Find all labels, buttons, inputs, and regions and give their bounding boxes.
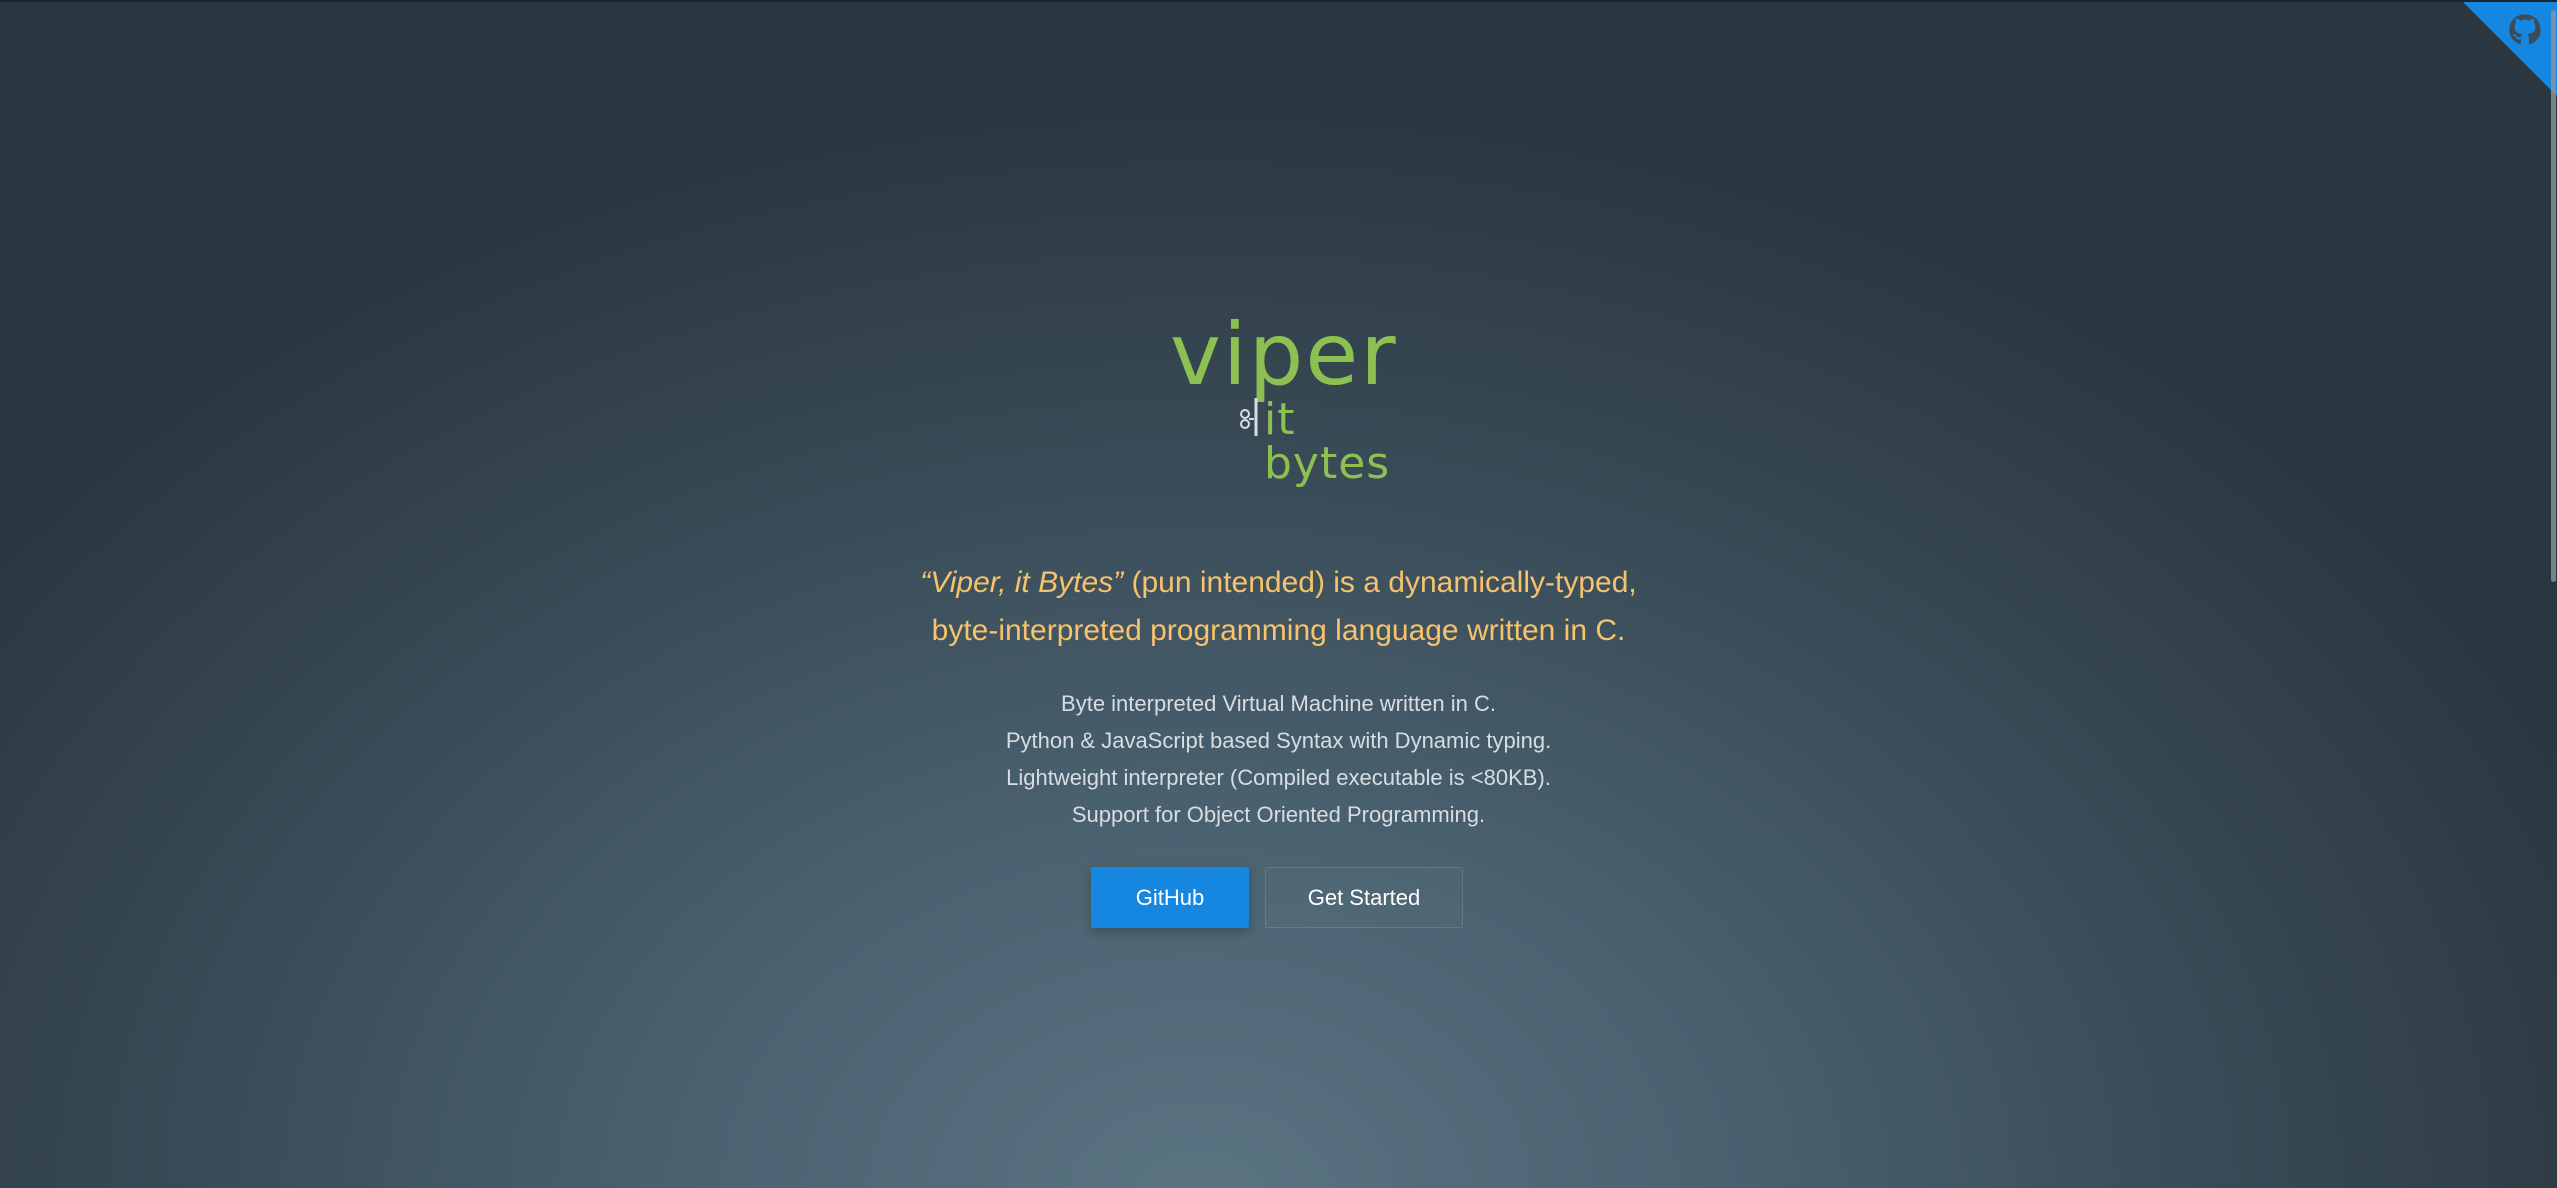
feature-list: Byte interpreted Virtual Machine written… (0, 685, 2557, 833)
feature-item: Python & JavaScript based Syntax with Dy… (1005, 728, 1552, 753)
feature-item: Support for Object Oriented Programming. (1071, 802, 1486, 827)
logo-word: viper (1170, 305, 1398, 405)
scrollbar[interactable] (2551, 10, 2556, 582)
tagline-quote: “Viper, it Bytes” (920, 566, 1124, 599)
snake-icon (1240, 398, 1258, 436)
viper-logo: viper it bytes (1160, 305, 1420, 486)
logo-subtitle: it bytes (1264, 394, 1391, 489)
tagline-line-1-rest: (pun intended) is a dynamically-typed, (1123, 566, 1637, 599)
github-corner-icon (2463, 2, 2557, 96)
tagline-line-2: byte-interpreted programming language wr… (931, 614, 1626, 647)
github-corner-link[interactable] (2463, 2, 2557, 96)
feature-item: Lightweight interpreter (Compiled execut… (1006, 765, 1551, 790)
tagline: “Viper, it Bytes” (pun intended) is a dy… (0, 559, 2557, 655)
tagline-line-1: “Viper, it Bytes” (pun intended) is a dy… (0, 559, 2557, 607)
get-started-button[interactable]: Get Started (1265, 867, 1463, 928)
feature-item: Byte interpreted Virtual Machine written… (1061, 691, 1496, 716)
github-button[interactable]: GitHub (1091, 867, 1249, 928)
